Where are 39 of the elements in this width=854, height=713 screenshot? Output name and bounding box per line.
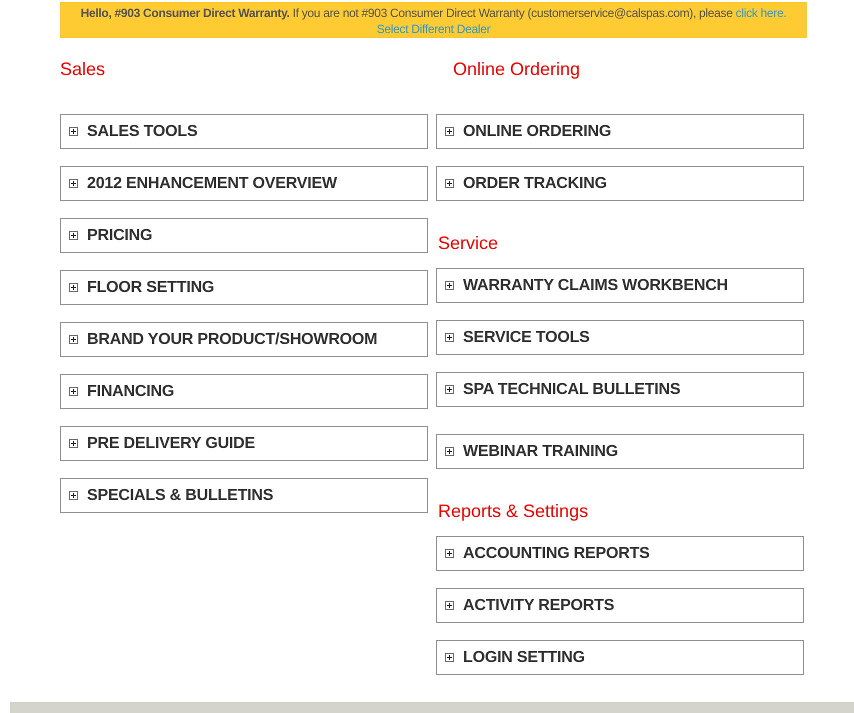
plus-icon [445,179,454,188]
menu-panel[interactable]: ACCOUNTING REPORTS [436,536,804,571]
menu-panel[interactable]: PRICING [60,218,428,253]
menu-panel[interactable]: FINANCING [60,374,428,409]
menu-panel[interactable]: LOGIN SETTING [436,640,804,675]
plus-icon [69,387,78,396]
plus-icon [445,333,454,342]
menu-panel[interactable]: SALES TOOLS [60,114,428,149]
menu-panel[interactable]: 2012 ENHANCEMENT OVERVIEW [60,166,428,201]
menu-panel[interactable]: ONLINE ORDERING [436,114,804,149]
greeting-message: Hello, #903 Consumer Direct Warranty. If you are not #903 Consumer Direct Warranty (customerservice@calspas.com), please click here. [80,6,786,20]
plus-icon [69,491,78,500]
plus-icon [445,385,454,394]
menu-panel[interactable]: ACTIVITY REPORTS [436,588,804,623]
plus-icon [445,549,454,558]
menu-panel[interactable]: SPECIALS & BULLETINS [60,478,428,513]
menu-panel[interactable]: PRE DELIVERY GUIDE [60,426,428,461]
plus-icon [69,127,78,136]
menu-panel[interactable]: WEBINAR TRAINING [436,434,804,469]
menu-panel[interactable]: SERVICE TOOLS [436,320,804,355]
plus-icon [445,127,454,136]
menu-panel[interactable]: BRAND YOUR PRODUCT/SHOWROOM [60,322,428,357]
plus-icon [445,281,454,290]
plus-icon [69,439,78,448]
section-heading: Service [438,233,498,253]
plus-icon [69,231,78,240]
plus-icon [69,283,78,292]
plus-icon [445,601,454,610]
section-heading: Reports & Settings [438,501,588,521]
plus-icon [69,335,78,344]
menu-panel[interactable]: ORDER TRACKING [436,166,804,201]
menu-panel[interactable]: WARRANTY CLAIMS WORKBENCH [436,268,804,303]
section-heading: Online Ordering [453,59,580,79]
plus-icon [69,179,78,188]
plus-icon [445,447,454,456]
menu-panel[interactable]: SPA TECHNICAL BULLETINS [436,372,804,407]
section-heading: Sales [60,59,106,79]
plus-icon [445,653,454,662]
menu-panel[interactable]: FLOOR SETTING [60,270,428,305]
